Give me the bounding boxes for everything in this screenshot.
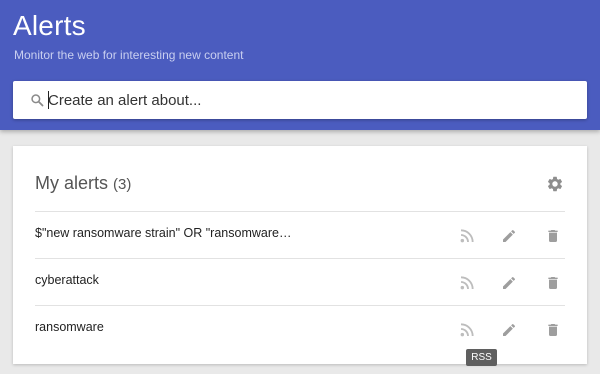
card-title: My alerts (3): [35, 173, 131, 194]
alert-count: (3): [113, 176, 132, 193]
rss-icon[interactable]: [459, 228, 475, 244]
page-subtitle: Monitor the web for interesting new cont…: [14, 48, 244, 62]
my-alerts-card: My alerts (3) $"new ransomware strain" O…: [13, 146, 587, 364]
alert-row[interactable]: $"new ransomware strain" OR "ransomware…: [35, 211, 565, 259]
app-header: Alerts Monitor the web for interesting n…: [0, 0, 600, 130]
page-title: Alerts: [13, 10, 86, 41]
rss-tooltip: RSS: [466, 349, 497, 366]
alert-query-label[interactable]: $"new ransomware strain" OR "ransomware…: [35, 226, 291, 240]
search-icon: [31, 94, 44, 107]
trash-icon[interactable]: [545, 228, 561, 244]
text-caret: [48, 91, 49, 109]
search-input[interactable]: [48, 81, 568, 119]
rss-icon[interactable]: [459, 322, 475, 338]
alert-query-label[interactable]: ransomware: [35, 320, 104, 334]
trash-icon[interactable]: [545, 322, 561, 338]
search-box[interactable]: [13, 81, 587, 119]
alert-row[interactable]: cyberattack: [35, 258, 565, 306]
pencil-icon[interactable]: [501, 228, 517, 244]
gear-icon[interactable]: [546, 175, 564, 193]
trash-icon[interactable]: [545, 275, 561, 291]
alert-query-label[interactable]: cyberattack: [35, 273, 99, 287]
pencil-icon[interactable]: [501, 322, 517, 338]
card-title-label: My alerts: [35, 173, 109, 193]
rss-icon[interactable]: [459, 275, 475, 291]
alert-row[interactable]: ransomware: [35, 305, 565, 353]
pencil-icon[interactable]: [501, 275, 517, 291]
